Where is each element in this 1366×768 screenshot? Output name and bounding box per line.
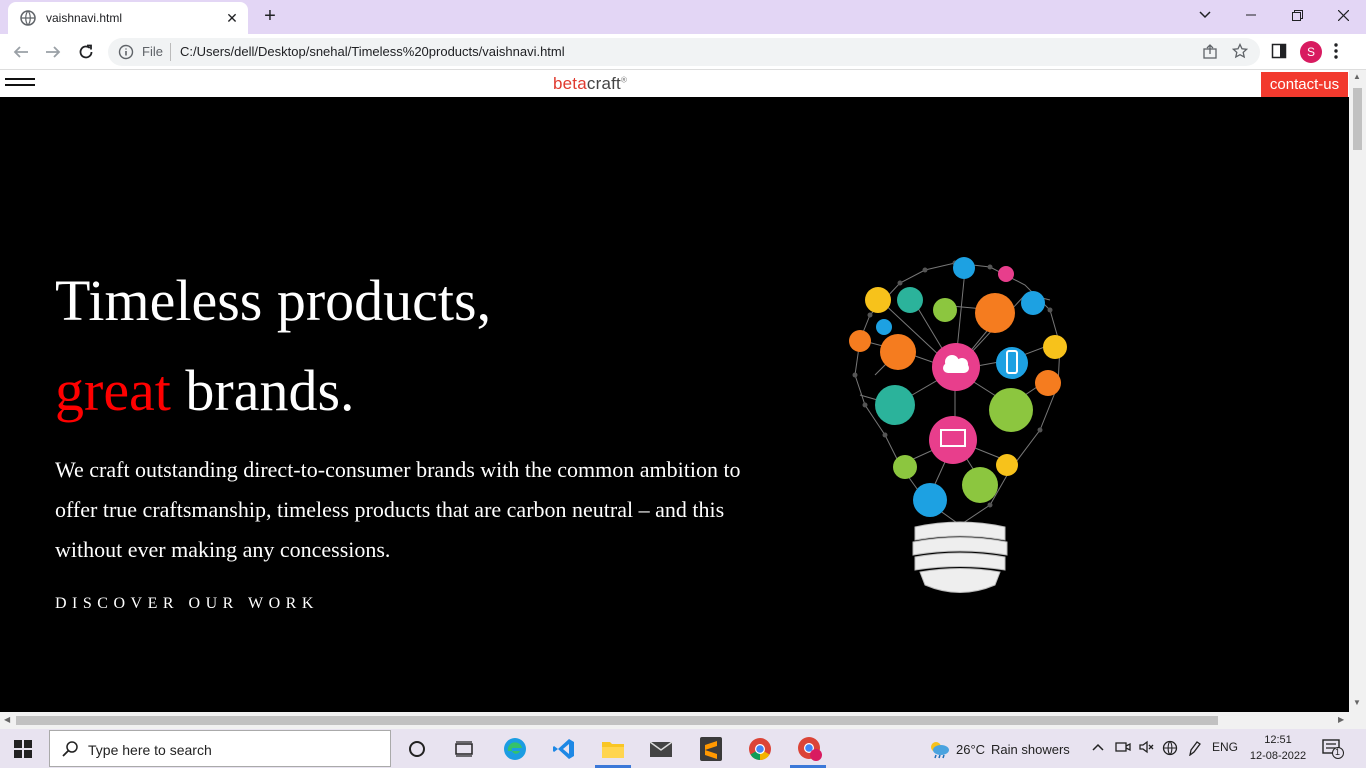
logo-beta: beta bbox=[553, 74, 587, 93]
sublime-text-icon[interactable] bbox=[698, 736, 724, 762]
taskbar-search-box[interactable]: Type here to search bbox=[49, 730, 391, 767]
clock-time: 12:51 bbox=[1264, 734, 1292, 746]
weather-widget[interactable]: 26°C Rain showers bbox=[928, 739, 1070, 759]
info-icon[interactable] bbox=[118, 44, 134, 60]
minimize-button[interactable] bbox=[1228, 0, 1274, 30]
site-logo[interactable]: betacraft® bbox=[553, 74, 627, 94]
contact-us-button[interactable]: contact-us bbox=[1261, 72, 1348, 97]
window-controls bbox=[1182, 0, 1366, 30]
horizontal-scrollbar[interactable]: ◀ ▶ bbox=[0, 712, 1366, 729]
page-viewport: betacraft® contact-us Timeless products,… bbox=[0, 70, 1349, 712]
show-hidden-icons-chevron-up-icon[interactable] bbox=[1092, 740, 1104, 754]
profile-avatar[interactable]: S bbox=[1300, 41, 1322, 63]
rain-cloud-icon bbox=[931, 742, 949, 759]
restore-button[interactable] bbox=[1274, 0, 1320, 30]
back-button[interactable] bbox=[10, 41, 32, 63]
meet-now-icon[interactable] bbox=[1115, 740, 1131, 757]
vscode-icon[interactable] bbox=[551, 736, 577, 762]
new-tab-button[interactable]: + bbox=[259, 6, 281, 28]
search-icon bbox=[62, 741, 78, 757]
cortana-icon[interactable] bbox=[404, 736, 430, 762]
arrow-right-icon bbox=[46, 46, 61, 58]
clock[interactable]: 12:51 12-08-2022 bbox=[1248, 732, 1308, 764]
scroll-left-icon[interactable]: ◀ bbox=[4, 715, 10, 724]
browser-tab[interactable]: vaishnavi.html ✕ bbox=[8, 2, 248, 34]
network-globe-icon[interactable] bbox=[1162, 740, 1178, 759]
chrome-profile-icon[interactable] bbox=[797, 736, 823, 762]
weather-temperature: 26°C bbox=[956, 741, 986, 757]
tab-search-button[interactable] bbox=[1182, 0, 1228, 30]
hero-heading: Timeless products, great brands. bbox=[55, 256, 491, 436]
notification-center-icon[interactable]: 1 bbox=[1322, 739, 1344, 764]
hero-line-2-rest: brands. bbox=[170, 358, 355, 423]
close-icon bbox=[1337, 9, 1349, 21]
scheme-label: File bbox=[142, 44, 163, 59]
vertical-scroll-thumb[interactable] bbox=[1353, 88, 1362, 150]
horizontal-scroll-thumb[interactable] bbox=[16, 716, 1218, 725]
vertical-scrollbar[interactable]: ▲ ▼ bbox=[1349, 70, 1366, 712]
forward-button[interactable] bbox=[42, 41, 64, 63]
mail-icon[interactable] bbox=[648, 736, 674, 762]
discover-our-work-link[interactable]: DISCOVER OUR WORK bbox=[55, 595, 319, 613]
taskbar: Type here to search 26°C Rain showers EN… bbox=[0, 729, 1366, 768]
restore-icon bbox=[1291, 9, 1303, 21]
file-explorer-icon[interactable] bbox=[600, 736, 626, 762]
site-header: betacraft® contact-us bbox=[0, 70, 1349, 97]
scroll-right-icon[interactable]: ▶ bbox=[1338, 715, 1344, 724]
url-text[interactable]: C:/Users/dell/Desktop/snehal/Timeless%20… bbox=[180, 44, 565, 59]
divider bbox=[170, 43, 171, 61]
hamburger-menu-icon[interactable] bbox=[5, 78, 35, 90]
hero-line-1: Timeless products, bbox=[55, 268, 492, 333]
notification-count: 1 bbox=[1335, 747, 1341, 757]
reload-icon bbox=[79, 44, 93, 59]
reload-button[interactable] bbox=[75, 41, 97, 63]
edge-browser-icon[interactable] bbox=[502, 736, 528, 762]
arrow-left-icon bbox=[13, 46, 28, 58]
windows-start-icon[interactable] bbox=[14, 740, 32, 758]
address-bar[interactable]: File C:/Users/dell/Desktop/snehal/Timele… bbox=[108, 38, 1260, 66]
scroll-down-icon[interactable]: ▼ bbox=[1353, 698, 1361, 707]
hero-line-2: great brands. bbox=[55, 346, 491, 436]
chevron-down-icon bbox=[1199, 11, 1211, 19]
minimize-icon bbox=[1246, 14, 1256, 16]
task-view-icon[interactable] bbox=[451, 736, 477, 762]
language-indicator[interactable]: ENG bbox=[1212, 740, 1238, 754]
clock-date: 12-08-2022 bbox=[1249, 750, 1307, 762]
browser-titlebar: vaishnavi.html ✕ + bbox=[0, 0, 1366, 34]
globe-icon bbox=[20, 10, 36, 26]
close-window-button[interactable] bbox=[1320, 0, 1366, 30]
lightbulb-network-illustration bbox=[849, 257, 1067, 593]
hero-description: We craft outstanding direct-to-consumer … bbox=[55, 457, 741, 562]
tab-title: vaishnavi.html bbox=[46, 11, 123, 25]
scroll-up-icon[interactable]: ▲ bbox=[1353, 72, 1361, 81]
weather-description: Rain showers bbox=[991, 741, 1070, 757]
bookmark-star-icon[interactable] bbox=[1232, 43, 1248, 59]
search-placeholder: Type here to search bbox=[88, 742, 212, 758]
browser-toolbar: File C:/Users/dell/Desktop/snehal/Timele… bbox=[0, 34, 1366, 70]
volume-muted-icon[interactable] bbox=[1139, 740, 1155, 757]
more-options-icon[interactable] bbox=[1333, 42, 1339, 60]
side-panel-icon[interactable] bbox=[1271, 43, 1287, 59]
tab-close-icon[interactable]: ✕ bbox=[224, 10, 240, 26]
chrome-icon[interactable] bbox=[747, 736, 773, 762]
hero-accent-word: great bbox=[55, 358, 171, 423]
logo-registered: ® bbox=[620, 75, 628, 85]
share-icon[interactable] bbox=[1202, 44, 1218, 60]
pen-icon[interactable] bbox=[1187, 740, 1201, 759]
logo-craft: craft bbox=[586, 74, 621, 93]
